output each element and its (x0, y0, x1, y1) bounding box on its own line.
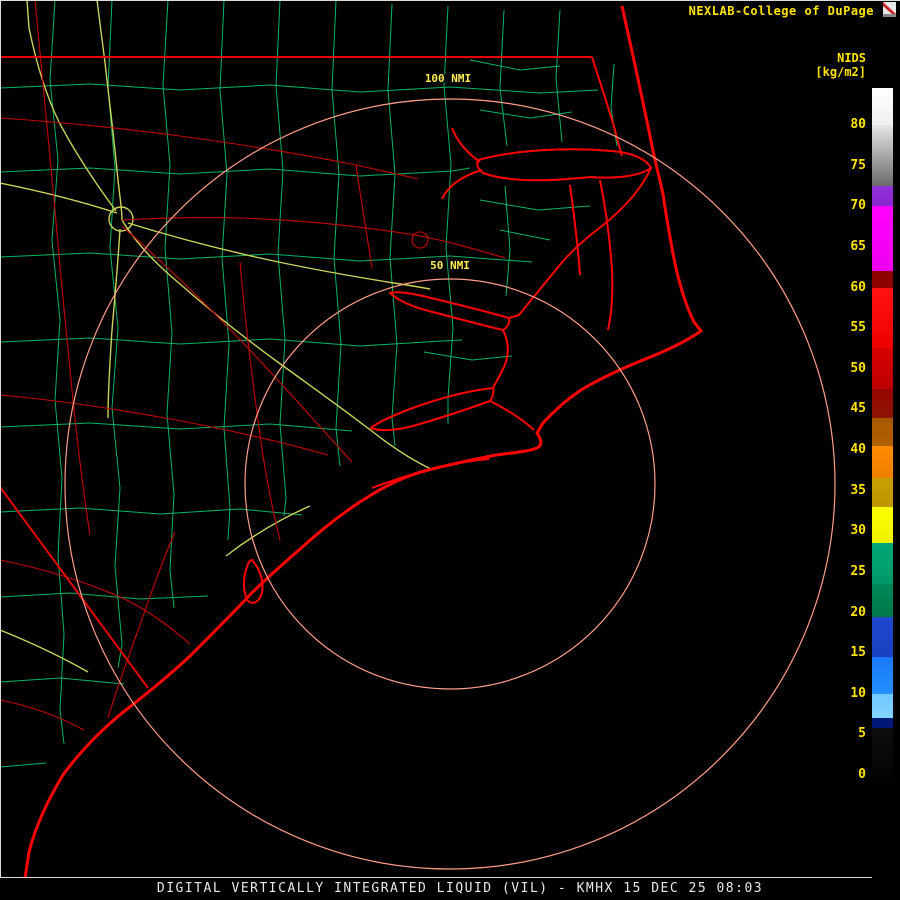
road-red (0, 699, 85, 731)
shoreline-detail-red (389, 291, 511, 331)
shoreline-detail-red (451, 127, 481, 163)
highway-yellow (225, 505, 311, 557)
county-line (469, 59, 561, 71)
county-line (0, 422, 353, 432)
left-border-line (0, 0, 1, 877)
colorbar-segment (872, 125, 893, 186)
colorbar-segment (872, 271, 893, 288)
highway-yellow (96, 0, 434, 471)
colorbar-segment (872, 348, 893, 390)
colorbar-segment (872, 543, 893, 585)
colorbar-segment (872, 506, 893, 544)
county-line (0, 337, 463, 347)
top-border-line (0, 0, 900, 1)
road-red (0, 117, 419, 180)
highway-yellow (107, 228, 121, 419)
colorbar (872, 87, 893, 792)
shoreline-detail-red (370, 387, 495, 432)
road-red (0, 559, 191, 645)
colorbar-segment (872, 417, 893, 446)
highway-yellow (26, 0, 117, 212)
county-line (504, 185, 511, 297)
shoreline-detail-red (569, 184, 581, 276)
county-line (331, 0, 342, 467)
county-line (423, 351, 513, 361)
county-line (219, 0, 231, 541)
road-red (107, 531, 176, 719)
cod-logo-icon (882, 2, 897, 19)
product-caption: DIGITAL VERTICALLY INTEGRATED LIQUID (VI… (156, 881, 764, 896)
colorbar-segment (872, 206, 893, 272)
colorbar-segment (872, 616, 893, 658)
range-ring-label: 50 NMI (430, 259, 470, 272)
shoreline-detail-red (492, 329, 509, 389)
colorbar-segment (872, 718, 893, 728)
county-line (162, 0, 175, 609)
colorbar-segment (872, 87, 893, 125)
radar-map: 50 NMI 100 NMI (0, 0, 836, 879)
road-red (121, 225, 353, 463)
shoreline-detail-red (489, 400, 535, 431)
colorbar-segment (872, 657, 893, 694)
county-line (275, 0, 287, 517)
shoreline-detail-red (599, 179, 614, 331)
shoreline-detail-red (441, 169, 483, 200)
range-ring-label: 100 NMI (425, 72, 471, 85)
county-line (0, 592, 209, 600)
county-line (49, 0, 65, 745)
colorbar-segment (872, 584, 893, 617)
county-line (499, 229, 551, 241)
county-line (443, 5, 454, 424)
shoreline-detail-red (476, 148, 652, 182)
colorbar-segment (872, 287, 893, 349)
colorbar-segment (872, 389, 893, 418)
road-red (411, 231, 429, 249)
colorbar-segment (872, 445, 893, 479)
radar-display: 50 NMI 100 NMI NEXLAB-College of DuPage N… (0, 0, 900, 900)
range-ring (64, 98, 836, 870)
product-code-label: NIDS (837, 51, 866, 65)
coastline-red (23, 5, 703, 879)
footer-divider-line (0, 877, 872, 878)
colorbar-segment (872, 478, 893, 507)
units-label: [kg/m2] (815, 65, 866, 79)
highway-yellow (0, 629, 89, 673)
county-line (387, 3, 398, 447)
county-line (499, 9, 508, 147)
boundary-red (0, 486, 149, 689)
county-line (555, 9, 563, 143)
county-line (0, 762, 47, 768)
county-line (0, 83, 599, 94)
shoreline-detail-red (591, 56, 623, 157)
county-line (0, 507, 303, 516)
road-red (355, 164, 373, 269)
colorbar-segment (872, 727, 893, 792)
colorbar-segment (872, 185, 893, 207)
brand-text: NEXLAB-College of DuPage (688, 4, 874, 18)
colorbar-segment (872, 693, 893, 719)
